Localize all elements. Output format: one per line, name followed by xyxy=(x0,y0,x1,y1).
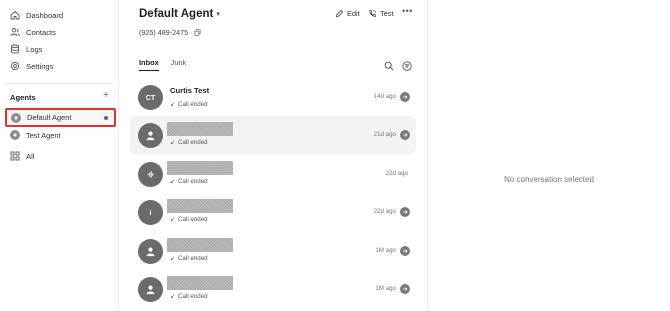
edit-button[interactable]: Edit xyxy=(335,9,360,18)
more-options-button[interactable]: ••• xyxy=(402,6,413,16)
incoming-call-icon: ↙ xyxy=(170,294,176,300)
tab-inbox[interactable]: Inbox xyxy=(139,58,159,71)
audio-waveform-icon xyxy=(138,162,163,187)
nav-dashboard[interactable]: Dashboard xyxy=(10,8,63,22)
database-icon xyxy=(10,44,20,54)
conversation-time: 22d ago xyxy=(385,170,408,177)
empty-state-message: No conversation selected xyxy=(504,175,594,184)
contact-avatar: CT xyxy=(138,85,163,110)
call-status-text: Call ended xyxy=(178,178,208,185)
conversation-time: 22d ago xyxy=(373,208,396,215)
open-conversation-icon[interactable] xyxy=(400,130,410,140)
open-conversation-icon[interactable] xyxy=(400,246,410,256)
sidebar: Dashboard Contacts Logs Settings Agents … xyxy=(0,0,119,311)
incoming-call-icon: ↙ xyxy=(170,217,176,223)
call-status-text: Call ended xyxy=(178,255,208,262)
call-status: ↙ Call ended xyxy=(170,293,208,300)
chevron-down-icon: ▾ xyxy=(216,11,220,18)
redacted-name xyxy=(167,276,233,290)
nav-logs[interactable]: Logs xyxy=(10,42,42,56)
tab-junk[interactable]: Junk xyxy=(171,58,187,71)
call-status: ↙ Call ended xyxy=(170,255,208,262)
nav-label: All xyxy=(26,151,35,161)
conversation-row[interactable]: ↙ Call ended 21d ago xyxy=(130,116,416,154)
add-agent-button[interactable]: + xyxy=(103,91,109,101)
gear-icon xyxy=(10,61,20,71)
grid-icon xyxy=(10,151,20,161)
agent-label: Test Agent xyxy=(26,130,61,140)
call-status: ↙ Call ended xyxy=(170,216,208,223)
pencil-icon xyxy=(335,9,344,18)
call-status-text: Call ended xyxy=(178,216,208,223)
conversation-list-panel: Default Agent ▾ Edit Test ••• (925) 489-… xyxy=(120,0,428,311)
conversation-row[interactable]: ↙ Call ended 22d ago xyxy=(130,155,416,193)
nav-label: Settings xyxy=(26,61,54,71)
redacted-name xyxy=(167,238,233,252)
inbox-tabs: Inbox Junk xyxy=(139,58,198,71)
call-status-text: Call ended xyxy=(178,139,208,146)
nav-contacts[interactable]: Contacts xyxy=(10,25,56,39)
agents-header: Agents xyxy=(10,93,36,102)
edit-label: Edit xyxy=(347,9,360,18)
contact-avatar: I xyxy=(138,200,163,225)
call-status: ↙ Call ended xyxy=(170,101,208,108)
call-status-text: Call ended xyxy=(178,293,208,300)
nav-label: Contacts xyxy=(26,27,56,37)
contacts-icon xyxy=(10,27,20,37)
call-status-text: Call ended xyxy=(178,101,208,108)
home-icon xyxy=(10,10,20,20)
conversation-row[interactable]: CT Curtis Test ↙ Call ended 14d ago xyxy=(130,78,416,116)
copy-icon[interactable] xyxy=(194,29,201,36)
phone-number: (925) 489-2475 xyxy=(139,28,189,37)
redacted-name xyxy=(167,122,233,136)
call-status: ↙ Call ended xyxy=(170,139,208,146)
nav-settings[interactable]: Settings xyxy=(10,59,53,73)
conversation-row[interactable]: ↙ Call ended 1M ago xyxy=(130,232,416,270)
incoming-call-icon: ↙ xyxy=(170,140,176,146)
conversation-time: 21d ago xyxy=(373,131,396,138)
agent-phone: (925) 489-2475 xyxy=(139,28,201,37)
test-button[interactable]: Test xyxy=(368,9,394,18)
open-conversation-icon[interactable] xyxy=(400,92,410,102)
agent-label: Default Agent xyxy=(27,113,72,122)
phone-call-icon xyxy=(369,9,377,17)
nav-label: Logs xyxy=(26,44,43,54)
conversation-time: 1M ago xyxy=(375,285,396,292)
search-icon[interactable] xyxy=(384,58,394,71)
agent-item-default-agent[interactable]: Default Agent xyxy=(5,108,116,127)
open-conversation-icon[interactable] xyxy=(400,207,410,217)
agents-all[interactable]: All xyxy=(10,149,34,163)
call-status: ↙ Call ended xyxy=(170,178,208,185)
agent-selector[interactable]: Default Agent ▾ xyxy=(139,8,220,20)
person-icon xyxy=(138,239,163,264)
agent-title: Default Agent xyxy=(139,8,214,20)
test-label: Test xyxy=(380,9,394,18)
agent-avatar-icon xyxy=(11,112,21,123)
contact-name: Curtis Test xyxy=(170,86,210,95)
conversation-time: 1M ago xyxy=(375,247,396,254)
person-icon xyxy=(138,123,163,148)
sidebar-divider xyxy=(5,83,115,84)
redacted-name xyxy=(167,199,233,213)
conversation-row[interactable]: I ↙ Call ended 22d ago xyxy=(130,193,416,231)
incoming-call-icon: ↙ xyxy=(170,179,176,185)
agent-avatar-icon xyxy=(10,130,20,140)
incoming-call-icon: ↙ xyxy=(170,102,176,108)
incoming-call-icon: ↙ xyxy=(170,256,176,262)
nav-label: Dashboard xyxy=(26,10,64,20)
filter-icon[interactable] xyxy=(402,58,412,71)
person-icon xyxy=(138,277,163,302)
open-conversation-icon[interactable] xyxy=(400,284,410,294)
agent-item-test-agent[interactable]: Test Agent xyxy=(6,127,114,143)
conversation-time: 14d ago xyxy=(373,93,396,100)
conversation-row[interactable]: ↙ Call ended 1M ago xyxy=(130,270,416,308)
active-indicator xyxy=(104,116,108,120)
redacted-name xyxy=(167,161,233,175)
